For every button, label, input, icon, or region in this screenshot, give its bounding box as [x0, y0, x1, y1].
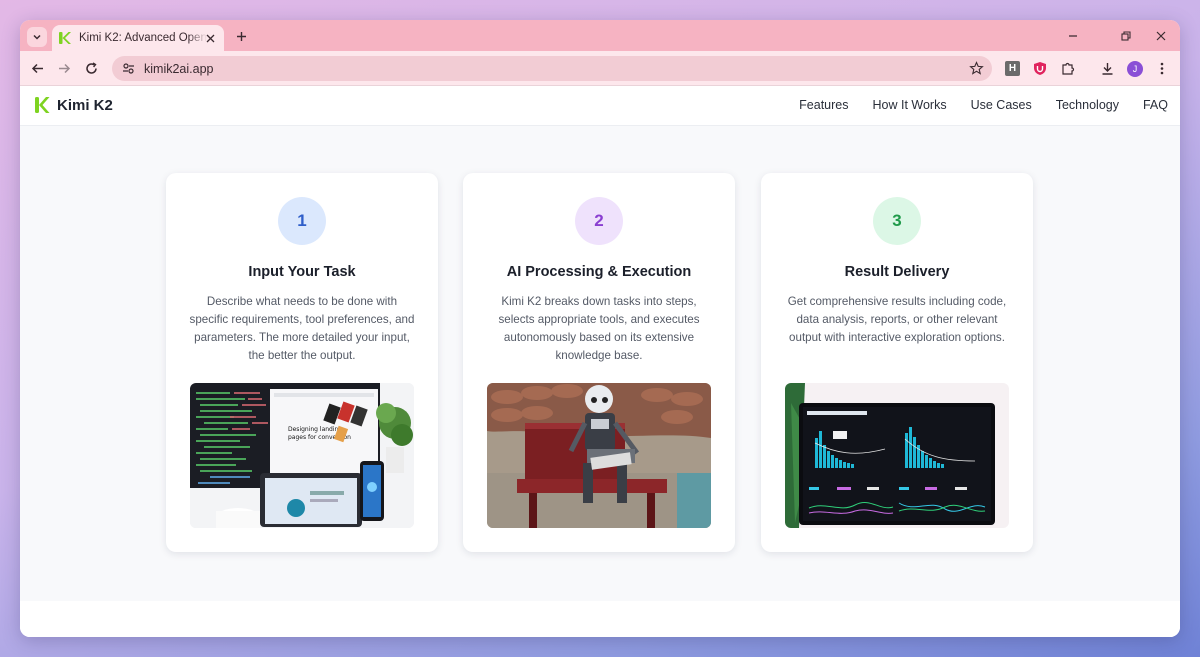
step-card-1: 1 Input Your Task Describe what needs to…	[166, 173, 438, 552]
nav-faq[interactable]: FAQ	[1143, 98, 1168, 112]
bookmark-star-icon[interactable]	[969, 61, 984, 76]
main-nav: Features How It Works Use Cases Technolo…	[799, 98, 1168, 112]
step-card-2: 2 AI Processing & Execution Kimi K2 brea…	[463, 173, 735, 552]
restore-icon	[1121, 31, 1131, 41]
minimize-icon	[1069, 35, 1077, 37]
nav-features[interactable]: Features	[799, 98, 848, 112]
kebab-menu-icon	[1160, 62, 1164, 74]
window-close-button[interactable]	[1153, 28, 1169, 44]
extension-h-button[interactable]: H	[1005, 61, 1020, 76]
step-number-badge: 3	[873, 197, 921, 245]
reload-icon	[85, 61, 97, 74]
arrow-right-icon	[58, 63, 70, 73]
tune-icon	[122, 63, 134, 74]
step-number-badge: 2	[575, 197, 623, 245]
web-page: Kimi K2 Features How It Works Use Cases …	[20, 86, 1180, 637]
kimi-logo-icon	[35, 97, 50, 113]
tab-strip: Kimi K2: Advanced Open-Source	[20, 20, 1180, 51]
nav-how-it-works[interactable]: How It Works	[873, 98, 947, 112]
nav-technology[interactable]: Technology	[1056, 98, 1119, 112]
step-title: Result Delivery	[844, 264, 950, 280]
forward-button[interactable]	[55, 59, 73, 77]
extension-shield-button[interactable]	[1031, 59, 1049, 77]
back-button[interactable]	[28, 59, 46, 77]
chevron-down-icon	[33, 34, 41, 40]
step-description: Kimi K2 breaks down tasks into steps, se…	[498, 295, 700, 362]
reload-button[interactable]	[82, 59, 100, 77]
analytics-dashboard-image	[785, 383, 1009, 528]
svg-text:Designing landing: Designing landing	[288, 426, 342, 433]
step-description: Describe what needs to be done with spec…	[189, 295, 415, 362]
site-header: Kimi K2 Features How It Works Use Cases …	[20, 86, 1180, 126]
new-tab-button[interactable]	[233, 28, 249, 44]
browser-window: Kimi K2: Advanced Open-Source	[20, 20, 1180, 637]
minimize-button[interactable]	[1065, 28, 1081, 44]
workspace-monitor-image: Designing landing pages for conversion	[190, 383, 414, 528]
menu-button[interactable]	[1153, 59, 1171, 77]
robot-reading-image	[487, 383, 711, 528]
plus-icon	[236, 31, 246, 41]
step-card-3: 3 Result Delivery Get comprehensive resu…	[761, 173, 1033, 552]
url-text[interactable]: kimik2ai.app	[144, 62, 213, 76]
extensions-button[interactable]	[1059, 59, 1077, 77]
step-description: Get comprehensive results including code…	[787, 295, 1007, 344]
address-bar[interactable]: kimik2ai.app	[112, 56, 992, 81]
close-icon	[206, 34, 214, 42]
how-it-works-section: 1 Input Your Task Describe what needs to…	[20, 127, 1180, 601]
tab-close-button[interactable]	[203, 31, 217, 45]
tab-title: Kimi K2: Advanced Open-Source	[79, 32, 207, 44]
download-icon	[1102, 62, 1112, 75]
profile-avatar[interactable]: J	[1127, 61, 1143, 77]
restore-button[interactable]	[1118, 28, 1134, 44]
arrow-left-icon	[31, 63, 43, 73]
brand-name: Kimi K2	[57, 96, 113, 114]
site-logo[interactable]: Kimi K2	[34, 96, 113, 114]
step-title: AI Processing & Execution	[506, 264, 692, 280]
step-number-badge: 1	[278, 197, 326, 245]
downloads-button[interactable]	[1098, 59, 1116, 77]
step-title: Input Your Task	[248, 264, 356, 280]
site-info-icon[interactable]	[120, 61, 136, 77]
shield-icon	[1034, 61, 1046, 75]
nav-use-cases[interactable]: Use Cases	[971, 98, 1032, 112]
page-footer-strip	[20, 601, 1180, 637]
kimi-favicon-icon	[59, 32, 71, 44]
close-icon	[1156, 31, 1166, 41]
active-tab[interactable]: Kimi K2: Advanced Open-Source	[52, 25, 224, 51]
tab-search-button[interactable]	[27, 27, 47, 47]
browser-toolbar: kimik2ai.app H J	[20, 51, 1180, 86]
puzzle-icon	[1062, 62, 1075, 75]
